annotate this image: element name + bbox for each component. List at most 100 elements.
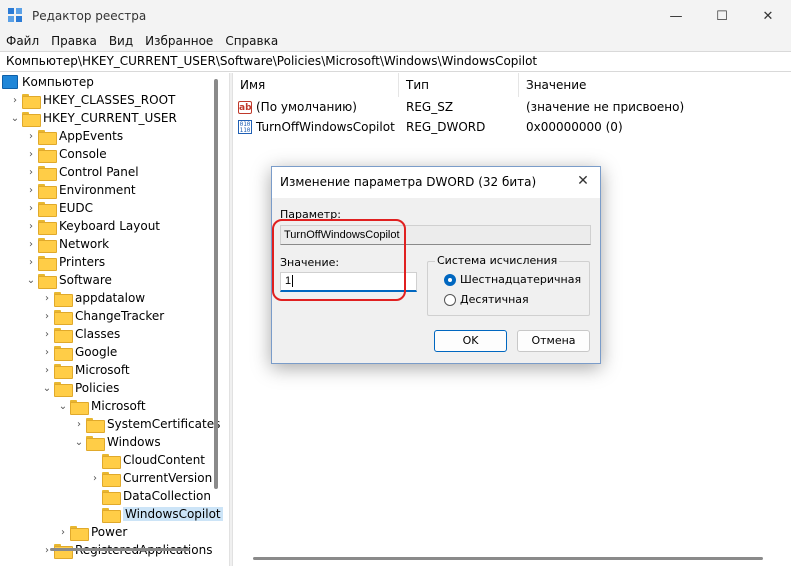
regedit-app-icon: [8, 8, 24, 24]
tree-item-network[interactable]: › Network: [24, 235, 109, 253]
tree-item-policies[interactable]: ⌄ Policies: [40, 379, 119, 397]
tree-item-environment[interactable]: › Environment: [24, 181, 136, 199]
tree-item-changetracker[interactable]: › ChangeTracker: [40, 307, 164, 325]
folder-icon: [86, 435, 105, 451]
red-highlight-annotation: [272, 219, 406, 301]
tree-item-datacollection[interactable]: DataCollection: [88, 487, 211, 505]
menu-favorites[interactable]: Избранное: [139, 32, 219, 51]
chevron-down-icon[interactable]: ⌄: [8, 113, 22, 124]
chevron-right-icon[interactable]: ›: [24, 131, 38, 142]
tree-item-power[interactable]: › Power: [56, 523, 127, 541]
list-row-turnoffwindowscopilot[interactable]: 010 110 TurnOffWindowsCopilot REG_DWORD 0x…: [233, 117, 791, 137]
tree-item-printers[interactable]: › Printers: [24, 253, 105, 271]
tree-item-control-panel[interactable]: › Control Panel: [24, 163, 139, 181]
tree-item-label: ChangeTracker: [75, 309, 165, 323]
tree-item-windows[interactable]: ⌄ Windows: [72, 433, 161, 451]
folder-icon: [70, 399, 89, 415]
menu-help[interactable]: Справка: [219, 32, 284, 51]
folder-icon: [54, 327, 73, 343]
value-name: TurnOffWindowsCopilot: [256, 120, 395, 134]
tree-item-eudc[interactable]: › EUDC: [24, 199, 93, 217]
minimize-button[interactable]: —: [653, 0, 699, 32]
tree-item-keyboard-layout[interactable]: › Keyboard Layout: [24, 217, 160, 235]
radio-selected-icon: [444, 273, 456, 286]
chevron-right-icon[interactable]: ›: [24, 221, 38, 232]
tree-item-hkey-classes-root[interactable]: › HKEY_CLASSES_ROOT: [8, 91, 175, 109]
folder-icon: [102, 489, 121, 505]
chevron-down-icon[interactable]: ⌄: [40, 383, 54, 394]
tree-item-label: Microsoft: [91, 399, 146, 413]
folder-icon: [38, 183, 57, 199]
chevron-right-icon[interactable]: ›: [40, 347, 54, 358]
tree-item-label: Software: [59, 273, 112, 287]
folder-icon: [54, 309, 73, 325]
tree-item-google[interactable]: › Google: [40, 343, 117, 361]
horizontal-scrollbar[interactable]: [253, 557, 763, 560]
maximize-button[interactable]: ☐: [699, 0, 745, 32]
tree-item-console[interactable]: › Console: [24, 145, 107, 163]
window-title: Редактор реестра: [32, 9, 147, 23]
chevron-right-icon[interactable]: ›: [88, 473, 102, 484]
tree-item-cloudcontent[interactable]: CloudContent: [88, 451, 205, 469]
column-header-name[interactable]: Имя: [233, 73, 399, 97]
chevron-right-icon[interactable]: ›: [40, 365, 54, 376]
chevron-right-icon[interactable]: ›: [24, 185, 38, 196]
close-button[interactable]: ✕: [745, 0, 791, 32]
chevron-right-icon[interactable]: ›: [24, 239, 38, 250]
column-header-value[interactable]: Значение: [519, 73, 791, 97]
chevron-right-icon[interactable]: ›: [24, 149, 38, 160]
tree-item-systemcertificates[interactable]: › SystemCertificates: [72, 415, 220, 433]
tree-item-компьютер[interactable]: Компьютер: [2, 73, 94, 91]
dialog-close-icon[interactable]: ✕: [574, 173, 592, 189]
cancel-button[interactable]: Отмена: [517, 330, 590, 352]
string-value-icon: ab: [238, 100, 252, 114]
tree-item-appevents[interactable]: › AppEvents: [24, 127, 123, 145]
chevron-right-icon[interactable]: ›: [40, 329, 54, 340]
tree-item-appdatalow[interactable]: › appdatalow: [40, 289, 145, 307]
tree-item-currentversion[interactable]: › CurrentVersion: [88, 469, 212, 487]
chevron-right-icon[interactable]: ›: [24, 257, 38, 268]
radio-hexadecimal[interactable]: Шестнадцатеричная: [444, 273, 581, 286]
radio-decimal[interactable]: Десятичная: [444, 293, 529, 306]
menu-edit[interactable]: Правка: [45, 32, 103, 51]
column-header-type[interactable]: Тип: [399, 73, 519, 97]
dialog-title: Изменение параметра DWORD (32 бита): [280, 175, 537, 189]
chevron-right-icon[interactable]: ›: [40, 293, 54, 304]
tree-horizontal-scrollbar[interactable]: [50, 548, 190, 551]
folder-icon: [22, 93, 41, 109]
tree-item-hkey-current-user[interactable]: ⌄ HKEY_CURRENT_USER: [8, 109, 177, 127]
chevron-right-icon[interactable]: ›: [24, 203, 38, 214]
menu-view[interactable]: Вид: [103, 32, 139, 51]
tree-item-windowscopilot[interactable]: WindowsCopilot: [88, 505, 223, 523]
tree-item-software[interactable]: ⌄ Software: [24, 271, 112, 289]
tree-item-microsoft[interactable]: › Microsoft: [40, 361, 130, 379]
chevron-right-icon[interactable]: ›: [56, 527, 70, 538]
chevron-right-icon[interactable]: ›: [72, 419, 86, 430]
folder-icon: [38, 129, 57, 145]
menu-file[interactable]: Файл: [0, 32, 45, 51]
folder-icon: [38, 219, 57, 235]
chevron-down-icon[interactable]: ⌄: [72, 437, 86, 448]
tree-vertical-scrollbar[interactable]: [214, 79, 218, 489]
chevron-right-icon[interactable]: ›: [40, 311, 54, 322]
tree-item-classes[interactable]: › Classes: [40, 325, 120, 343]
tree-item-label: Power: [91, 525, 128, 539]
tree-item-label: EUDC: [59, 201, 93, 215]
chevron-right-icon[interactable]: ›: [24, 167, 38, 178]
tree-item-label: AppEvents: [59, 129, 124, 143]
tree-item-label: Printers: [59, 255, 106, 269]
radio-unselected-icon: [444, 293, 456, 306]
chevron-down-icon[interactable]: ⌄: [24, 275, 38, 286]
ok-button[interactable]: OK: [434, 330, 507, 352]
address-bar[interactable]: Компьютер\HKEY_CURRENT_USER\Software\Pol…: [0, 51, 791, 72]
tree-item-label: SystemCertificates: [107, 417, 221, 431]
tree-item-label: Компьютер: [22, 75, 94, 89]
radio-dec-label: Десятичная: [460, 293, 529, 306]
tree-item-microsoft[interactable]: ⌄ Microsoft: [56, 397, 146, 415]
chevron-right-icon[interactable]: ›: [8, 95, 22, 106]
list-row-default[interactable]: ab (По умолчанию) REG_SZ (значение не при…: [233, 97, 791, 117]
folder-icon: [70, 525, 89, 541]
chevron-down-icon[interactable]: ⌄: [56, 401, 70, 412]
tree-item-label: Network: [59, 237, 110, 251]
tree-item-label: Google: [75, 345, 118, 359]
